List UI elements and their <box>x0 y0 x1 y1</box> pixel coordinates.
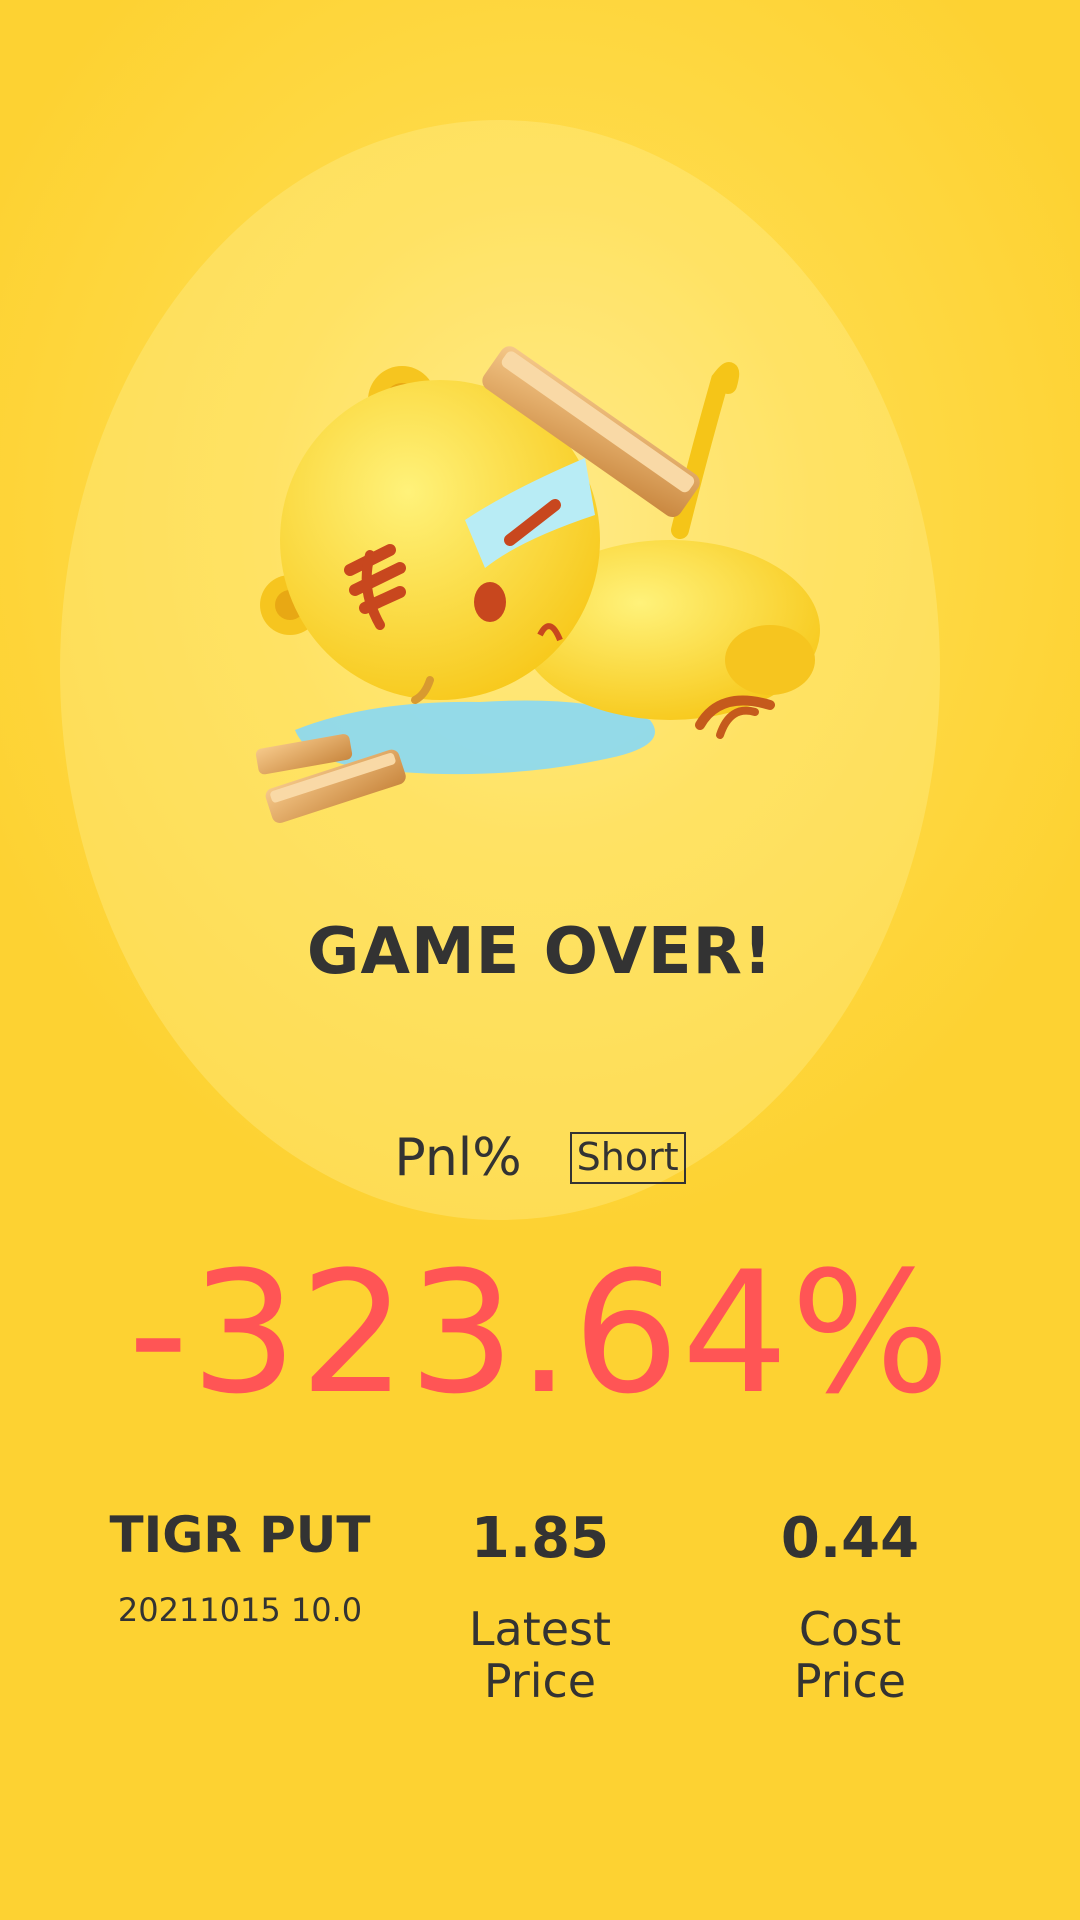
latest-price-column: 1.85 Latest Price <box>420 1505 660 1707</box>
latest-price-label: Latest Price <box>420 1604 660 1707</box>
ticker-column: TIGR PUT 20211015 10.0 <box>100 1505 380 1629</box>
short-badge: Short <box>569 1132 686 1184</box>
latest-price-label-line-2: Price <box>483 1653 597 1708</box>
pnl-header: Pnl% Short <box>0 1128 1080 1188</box>
cost-price-label-line-1: Cost <box>798 1602 902 1657</box>
contract-info: 20211015 10.0 <box>117 1591 363 1629</box>
latest-price-value: 1.85 <box>470 1506 610 1571</box>
fallen-tiger-mascot-icon <box>255 346 820 823</box>
ticker-name: TIGR PUT <box>109 1506 371 1564</box>
cost-price-label-line-2: Price <box>793 1653 907 1708</box>
cost-price-value: 0.44 <box>780 1506 920 1571</box>
latest-price-label-line-1: Latest <box>468 1602 612 1657</box>
cost-price-column: 0.44 Cost Price <box>720 1505 980 1707</box>
pnl-value: -323.64% <box>127 1235 953 1431</box>
pnl-label: Pnl% <box>394 1128 522 1188</box>
game-over-title: GAME OVER! <box>306 915 774 989</box>
cost-price-label: Cost Price <box>720 1604 980 1707</box>
